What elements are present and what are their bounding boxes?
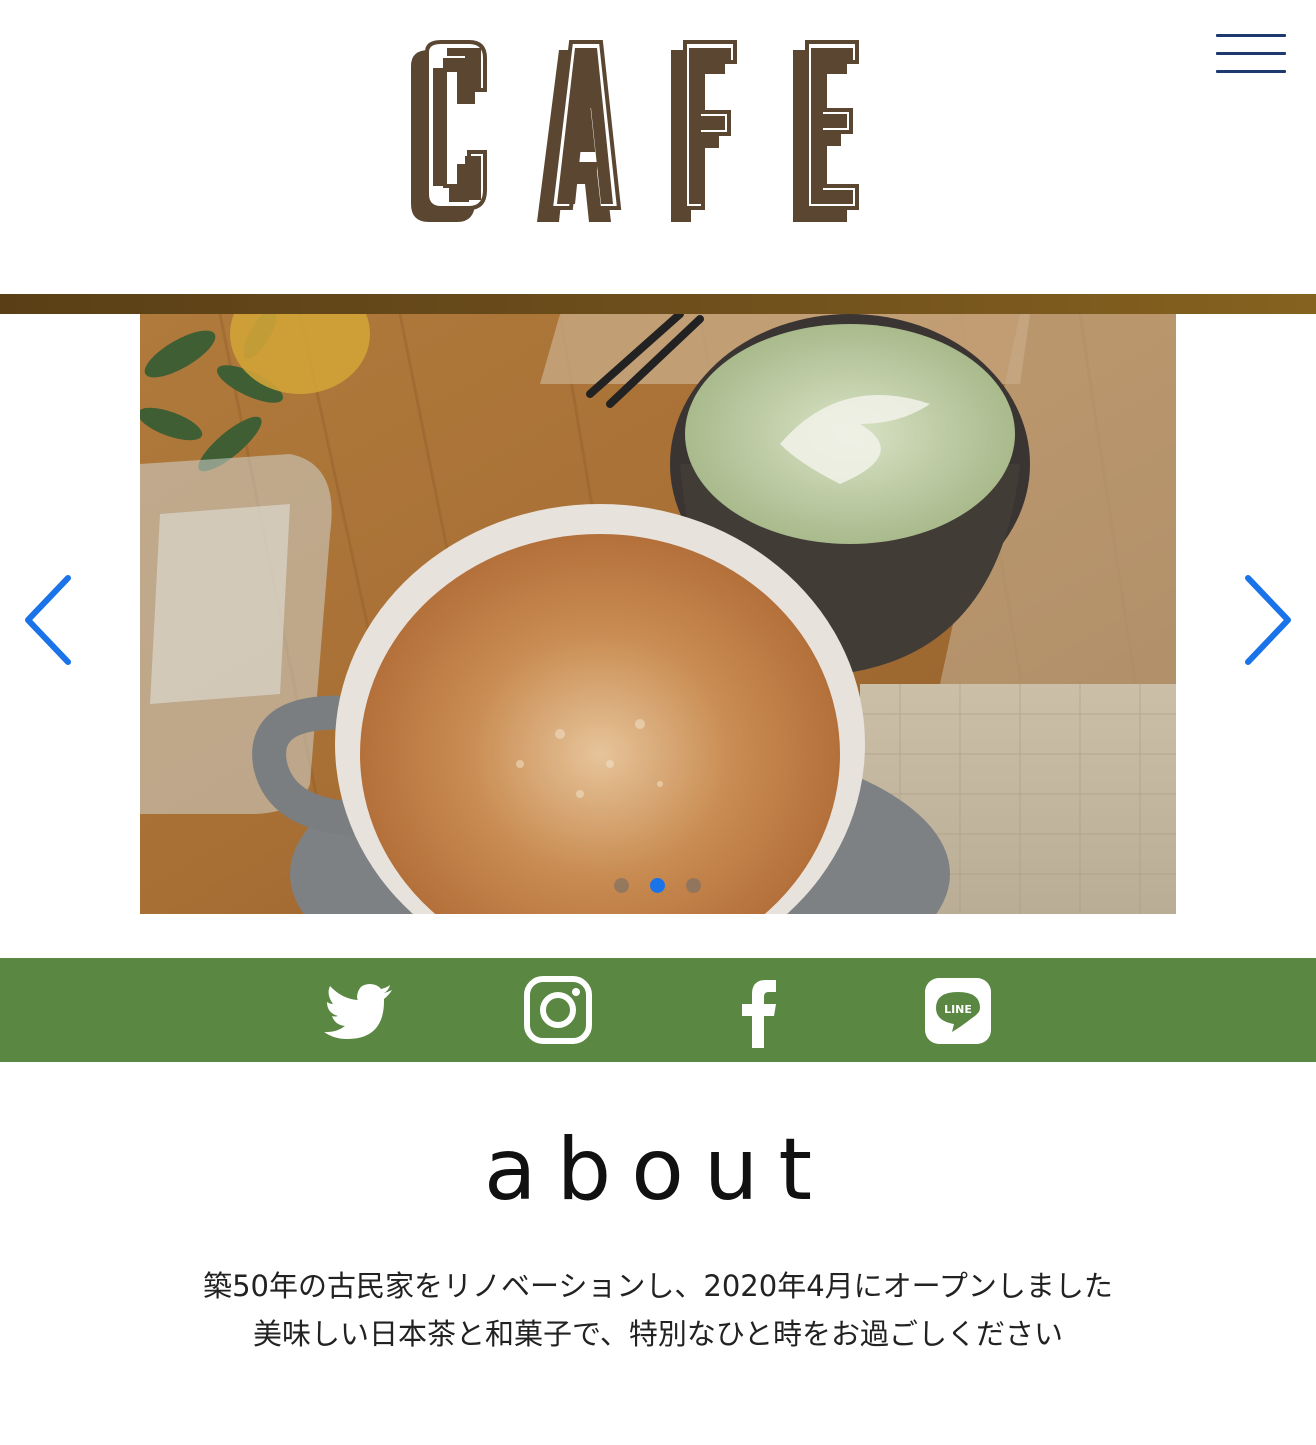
header-divider-band — [0, 294, 1316, 314]
instagram-icon — [524, 976, 592, 1044]
chevron-right-icon — [1245, 575, 1291, 665]
line-icon: LINE — [925, 978, 991, 1044]
slider-dot[interactable] — [686, 878, 701, 893]
about-heading: about — [483, 1120, 833, 1220]
instagram-link[interactable] — [522, 972, 594, 1048]
slider-pagination — [612, 877, 704, 895]
facebook-link[interactable] — [722, 972, 794, 1048]
twitter-link[interactable] — [322, 972, 394, 1048]
hamburger-icon-line — [1216, 52, 1286, 55]
cafe-logo[interactable] — [405, 38, 860, 228]
chevron-left-icon — [25, 575, 71, 665]
hamburger-icon-line — [1216, 70, 1286, 73]
slider-dot[interactable] — [614, 878, 629, 893]
site-header — [0, 0, 1316, 294]
about-line: 築50年の古民家をリノベーションし、2020年4月にオープンしました — [203, 1269, 1113, 1303]
hamburger-menu-button[interactable] — [1216, 30, 1288, 78]
line-icon-label: LINE — [944, 1003, 972, 1016]
facebook-icon — [742, 980, 776, 1048]
page: LINE about 築50年の古民家をリノベーションし、2020年4月にオープ… — [0, 0, 1316, 1445]
line-link[interactable]: LINE — [922, 972, 994, 1048]
about-description: 築50年の古民家をリノベーションし、2020年4月にオープンしました 美味しい日… — [0, 1262, 1316, 1358]
slide-image-coffee[interactable] — [140, 314, 1176, 914]
hamburger-icon-line — [1216, 34, 1286, 37]
about-line: 美味しい日本茶と和菓子で、特別なひと時をお過ごしください — [253, 1317, 1063, 1351]
hero-slider — [0, 314, 1316, 914]
twitter-icon — [324, 984, 392, 1039]
slider-dot-active[interactable] — [650, 878, 665, 893]
social-links-bar: LINE — [0, 958, 1316, 1062]
slider-next-button[interactable] — [1240, 572, 1296, 668]
slider-prev-button[interactable] — [20, 572, 76, 668]
